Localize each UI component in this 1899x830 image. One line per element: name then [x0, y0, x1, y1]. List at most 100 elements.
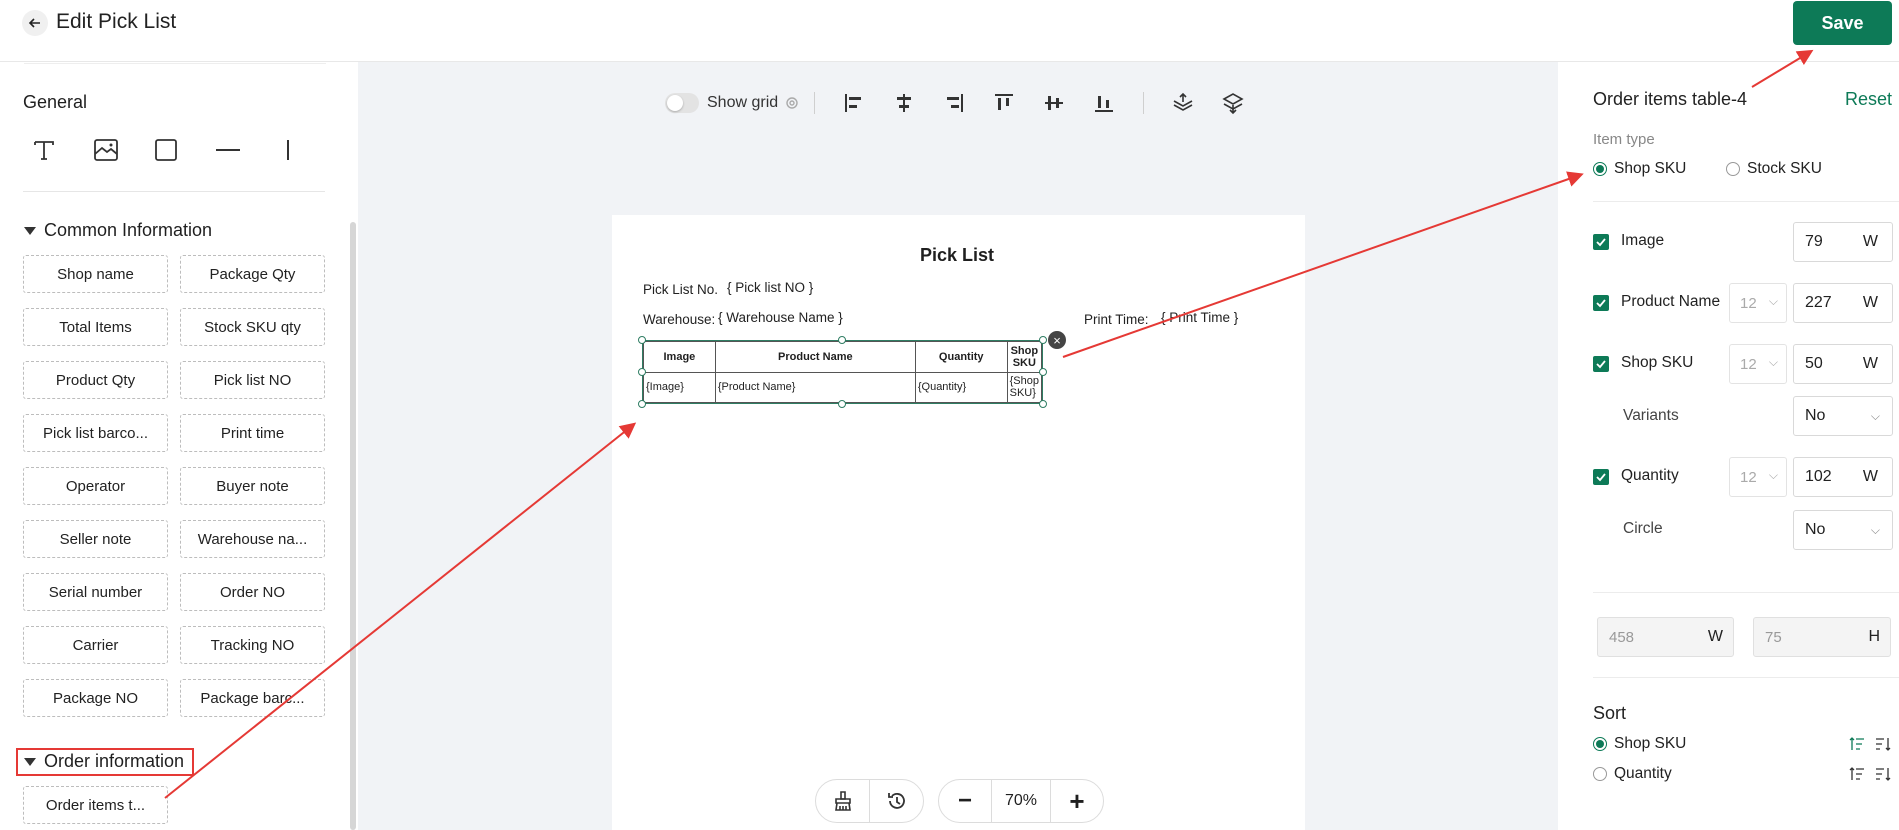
rectangle-tool-icon[interactable]: [154, 135, 215, 165]
text-tool-icon[interactable]: [32, 135, 93, 165]
chevron-down-icon: ⌵: [1870, 409, 1880, 423]
zoom-out-button[interactable]: −: [939, 780, 991, 822]
table-width-value: 458: [1609, 629, 1635, 646]
field-serial-number[interactable]: Serial number: [23, 573, 168, 611]
resize-handle[interactable]: [638, 400, 646, 408]
field-order-items-table[interactable]: Order items t...: [23, 786, 168, 824]
save-button[interactable]: Save: [1793, 1, 1892, 45]
field-package-no[interactable]: Package NO: [23, 679, 168, 717]
field-package-barcode[interactable]: Package barc...: [180, 679, 325, 717]
field-package-qty[interactable]: Package Qty: [180, 255, 325, 293]
gear-icon[interactable]: [784, 95, 800, 111]
paper-title[interactable]: Pick List: [920, 245, 994, 266]
resize-handle[interactable]: [638, 336, 646, 344]
field-operator[interactable]: Operator: [23, 467, 168, 505]
table-row: {Image} {Product Name} {Quantity} {Shop …: [643, 371, 1043, 403]
field-print-time[interactable]: Print time: [180, 414, 325, 452]
show-grid-label: Show grid: [707, 94, 779, 111]
item-type-stock-sku-radio[interactable]: [1726, 162, 1740, 176]
sort-descending-icon[interactable]: [1875, 766, 1891, 782]
show-grid-toggle[interactable]: [665, 93, 699, 113]
print-time-value[interactable]: { Print Time }: [1161, 310, 1238, 325]
order-items-table[interactable]: Image Product Name Quantity Shop SKU {Im…: [642, 340, 1043, 404]
send-backward-icon[interactable]: [1208, 88, 1258, 118]
sort-title: Sort: [1593, 703, 1627, 723]
field-total-items[interactable]: Total Items: [23, 308, 168, 346]
chevron-down-icon: ⌵: [1768, 294, 1778, 308]
shop-sku-column-checkbox[interactable]: [1593, 356, 1609, 372]
circle-select[interactable]: No ⌵: [1793, 510, 1893, 550]
item-type-shop-sku-radio[interactable]: [1593, 162, 1607, 176]
product-name-font-size-select[interactable]: 12 ⌵: [1729, 283, 1787, 323]
resize-handle[interactable]: [1039, 368, 1047, 376]
resize-handle[interactable]: [638, 368, 646, 376]
zoom-in-button[interactable]: +: [1051, 780, 1103, 822]
align-bottom-icon[interactable]: [1079, 88, 1129, 118]
field-tracking-no[interactable]: Tracking NO: [180, 626, 325, 664]
table-width-input: 458 W: [1597, 617, 1734, 657]
product-name-width-value: 227: [1805, 294, 1832, 311]
template-paper[interactable]: [612, 215, 1305, 830]
image-column-checkbox[interactable]: [1593, 234, 1609, 250]
quantity-font-size-select[interactable]: 12 ⌵: [1729, 457, 1787, 497]
field-order-no[interactable]: Order NO: [180, 573, 325, 611]
vertical-line-tool-icon[interactable]: [276, 135, 337, 165]
delete-element-button[interactable]: ×: [1048, 331, 1066, 349]
toolbar-separator: [814, 92, 816, 114]
reset-button[interactable]: Reset: [1845, 89, 1892, 110]
history-button[interactable]: [870, 780, 923, 822]
warehouse-label[interactable]: Warehouse:: [643, 312, 715, 327]
align-center-horizontal-icon[interactable]: [879, 88, 929, 118]
resize-handle[interactable]: [838, 336, 846, 344]
warehouse-value[interactable]: { Warehouse Name }: [718, 310, 843, 325]
history-controls: [815, 779, 924, 823]
product-name-column-checkbox[interactable]: [1593, 295, 1609, 311]
resize-handle[interactable]: [1039, 336, 1047, 344]
sort-shop-sku-radio[interactable]: [1593, 737, 1607, 751]
order-information-toggle[interactable]: Order information: [24, 751, 184, 772]
print-time-label[interactable]: Print Time:: [1084, 312, 1149, 327]
sort-quantity-radio[interactable]: [1593, 767, 1607, 781]
sort-ascending-icon[interactable]: [1849, 736, 1865, 752]
image-width-input[interactable]: 79 W: [1793, 222, 1893, 262]
horizontal-line-tool-icon[interactable]: [215, 135, 276, 165]
field-pick-list-no[interactable]: Pick list NO: [180, 361, 325, 399]
left-scrollbar[interactable]: [350, 222, 356, 830]
bring-forward-icon[interactable]: [1158, 88, 1208, 118]
field-pick-list-barcode[interactable]: Pick list barco...: [23, 414, 168, 452]
field-seller-note[interactable]: Seller note: [23, 520, 168, 558]
shop-sku-column-label: Shop SKU: [1621, 354, 1694, 371]
field-warehouse-name[interactable]: Warehouse na...: [180, 520, 325, 558]
quantity-width-input[interactable]: 102 W: [1793, 457, 1893, 497]
check-icon: [1596, 360, 1606, 369]
arrow-left-icon: [28, 18, 40, 28]
sort-descending-icon[interactable]: [1875, 736, 1891, 752]
align-right-icon[interactable]: [929, 88, 979, 118]
pick-list-no-value[interactable]: { Pick list NO }: [727, 280, 813, 295]
sort-ascending-icon[interactable]: [1849, 766, 1865, 782]
shop-sku-font-size-select[interactable]: 12 ⌵: [1729, 344, 1787, 384]
clear-canvas-button[interactable]: [816, 780, 869, 822]
back-button[interactable]: [22, 10, 48, 36]
table-header-cell: Product Name: [714, 341, 916, 373]
common-information-toggle[interactable]: Common Information: [24, 220, 212, 241]
field-shop-name[interactable]: Shop name: [23, 255, 168, 293]
field-buyer-note[interactable]: Buyer note: [180, 467, 325, 505]
variants-select[interactable]: No ⌵: [1793, 396, 1893, 436]
align-left-icon[interactable]: [829, 88, 879, 118]
align-center-vertical-icon[interactable]: [1029, 88, 1079, 118]
resize-handle[interactable]: [1039, 400, 1047, 408]
toolbar-separator: [1143, 92, 1145, 114]
field-product-qty[interactable]: Product Qty: [23, 361, 168, 399]
field-stock-sku-qty[interactable]: Stock SKU qty: [180, 308, 325, 346]
pick-list-no-label[interactable]: Pick List No.: [643, 282, 718, 297]
chevron-down-icon: ⌵: [1768, 355, 1778, 369]
image-tool-icon[interactable]: [93, 135, 154, 165]
shop-sku-width-input[interactable]: 50 W: [1793, 344, 1893, 384]
field-carrier[interactable]: Carrier: [23, 626, 168, 664]
product-name-width-input[interactable]: 227 W: [1793, 283, 1893, 323]
resize-handle[interactable]: [838, 400, 846, 408]
align-top-icon[interactable]: [979, 88, 1029, 118]
quantity-column-checkbox[interactable]: [1593, 469, 1609, 485]
history-icon: [887, 793, 905, 809]
